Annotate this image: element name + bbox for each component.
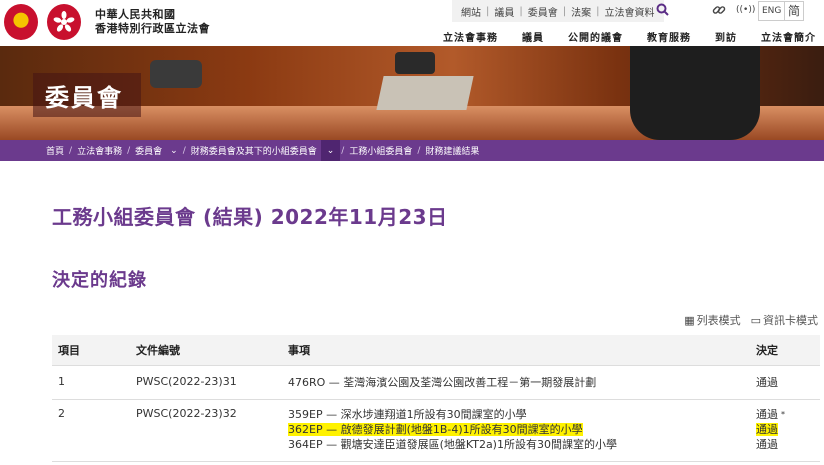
decision-text: 通過 xyxy=(756,422,778,436)
nav-item-education[interactable]: 教育服務 xyxy=(647,29,691,44)
breadcrumb-pwsc[interactable]: 工務小組委員會 xyxy=(345,144,416,157)
table-header-row: 項目 文件編號 事項 決定 xyxy=(52,335,820,366)
item-line: 359EP — 深水埗連翔道1所設有30間課室的小學 xyxy=(288,407,527,421)
organization-name[interactable]: 中華人民共和國 香港特別行政區立法會 xyxy=(95,8,210,36)
utility-link-members[interactable]: 議員 xyxy=(491,4,517,19)
banner-chair-graphic xyxy=(630,46,760,140)
broadcast-icon[interactable]: ((•)) xyxy=(736,5,755,15)
lang-simplified-button[interactable]: 简 xyxy=(784,1,805,21)
view-mode-switcher: ▦ 列表模式 ▭ 資訊卡模式 xyxy=(674,312,818,328)
document-link[interactable]: PWSC(2022-23)32 xyxy=(130,399,282,462)
document-link[interactable]: PWSC(2022-23)31 xyxy=(130,365,282,400)
lang-english-button[interactable]: ENG xyxy=(758,1,786,21)
column-header-doc: 文件編號 xyxy=(130,335,282,366)
org-name-line1: 中華人民共和國 xyxy=(95,8,176,21)
utility-link-info[interactable]: 立法會資料 xyxy=(602,4,658,19)
decision-value: 通過 * xyxy=(756,407,814,422)
utility-link-bills[interactable]: 法案 xyxy=(568,4,594,19)
nav-item-about[interactable]: 立法會簡介 xyxy=(761,29,816,44)
decision-value: 通過 xyxy=(756,437,778,451)
nav-item-council-business[interactable]: 立法會事務 xyxy=(443,29,498,44)
item-cell: 476RO — 荃灣海濱公園及荃灣公園改善工程－第一期發展計劃 xyxy=(282,365,750,400)
main-nav: 立法會事務 議員 公開的議會 教育服務 到訪 立法會簡介 xyxy=(419,29,816,44)
hksar-emblem-icon xyxy=(47,4,81,40)
table-row: 2 PWSC(2022-23)32 359EP — 深水埗連翔道1所設有30間課… xyxy=(52,399,820,462)
divider: | xyxy=(562,5,567,17)
decision-text: 通過 xyxy=(756,407,778,421)
decisions-table: 項目 文件編號 事項 決定 1 PWSC(2022-23)31 476RO — … xyxy=(52,335,820,462)
breadcrumb-committees[interactable]: 委員會 xyxy=(131,144,166,157)
divider: | xyxy=(596,5,600,17)
nav-item-open-legco[interactable]: 公開的議會 xyxy=(568,29,623,44)
banner-nameplate-graphic xyxy=(376,76,474,110)
decision-cell: 通過 xyxy=(750,365,820,400)
item-cell: 359EP — 深水埗連翔道1所設有30間課室的小學 362EP — 啟德發展計… xyxy=(282,399,750,462)
column-header-decision: 決定 xyxy=(750,335,820,366)
breadcrumb-council-business[interactable]: 立法會事務 xyxy=(73,144,126,157)
list-view-icon: ▦ xyxy=(684,313,695,327)
decision-cell: 通過 * 通過 通過 xyxy=(750,399,820,462)
breadcrumb-dropdown-toggle[interactable]: ⌄ xyxy=(320,140,341,161)
utility-bar: 網站 | 議員 | 委員會 | 法案 | 立法會資料 xyxy=(452,0,664,22)
utility-link-committees[interactable]: 委員會 xyxy=(525,4,561,19)
divider: | xyxy=(519,5,523,17)
link-icon[interactable] xyxy=(712,3,726,20)
national-emblem-icon xyxy=(4,4,38,40)
utility-link-website[interactable]: 網站 xyxy=(458,4,484,19)
chevron-down-icon[interactable]: ⌄ xyxy=(166,146,182,156)
nav-item-members[interactable]: 議員 xyxy=(522,29,544,44)
breadcrumb-home[interactable]: 首頁 xyxy=(42,144,68,157)
breadcrumb: 首頁 / 立法會事務 / 委員會 ⌄ / 財務委員會及其下的小組委員會 ⌄ / … xyxy=(0,140,824,161)
banner-microphone-graphic xyxy=(150,60,202,88)
item-line: 476RO — 荃灣海濱公園及荃灣公園改善工程－第一期發展計劃 xyxy=(288,375,597,389)
search-icon[interactable] xyxy=(656,3,669,19)
card-view-icon: ▭ xyxy=(750,313,761,327)
banner-console-graphic xyxy=(395,52,435,74)
column-header-no: 項目 xyxy=(52,335,130,366)
item-line: 364EP — 觀塘安達臣道發展區(地盤KT2a)1所設有30間課室的小學 xyxy=(288,437,617,451)
breadcrumb-finance-committee[interactable]: 財務委員會及其下的小組委員會 xyxy=(187,144,321,157)
row-number: 2 xyxy=(52,399,130,462)
hero-banner: 委員會 xyxy=(0,46,824,140)
list-view-label: 列表模式 xyxy=(696,314,741,327)
org-name-line2: 香港特別行政區立法會 xyxy=(95,22,210,35)
chevron-down-icon: ⌄ xyxy=(326,145,335,156)
item-line-highlighted: 362EP — 啟德發展計劃(地盤1B-4)1所設有30間課室的小學 xyxy=(288,422,744,437)
breadcrumb-current: 財務建議結果 xyxy=(425,147,480,157)
nav-item-visit[interactable]: 到訪 xyxy=(715,29,737,44)
section-title: 決定的紀錄 xyxy=(52,270,147,291)
table-row: 1 PWSC(2022-23)31 476RO — 荃灣海濱公園及荃灣公園改善工… xyxy=(52,365,820,400)
highlighted-text: 362EP — 啟德發展計劃(地盤1B-4)1所設有30間課室的小學 xyxy=(288,422,583,436)
card-view-button[interactable]: ▭ 資訊卡模式 xyxy=(751,312,818,328)
card-view-label: 資訊卡模式 xyxy=(763,314,818,327)
site-header: 中華人民共和國 香港特別行政區立法會 網站 | 議員 | 委員會 | 法案 | … xyxy=(0,0,824,46)
row-number: 1 xyxy=(52,365,130,400)
page-title: 工務小組委員會 (結果) 2022年11月23日 xyxy=(52,205,448,229)
decision-value-highlighted: 通過 xyxy=(756,422,814,437)
list-view-button[interactable]: ▦ 列表模式 xyxy=(684,312,740,328)
decision-footnote-marker: * xyxy=(781,409,785,419)
banner-title: 委員會 xyxy=(45,84,123,112)
decision-value: 通過 xyxy=(756,375,778,389)
column-header-item: 事項 xyxy=(282,335,750,366)
divider: | xyxy=(486,5,490,17)
